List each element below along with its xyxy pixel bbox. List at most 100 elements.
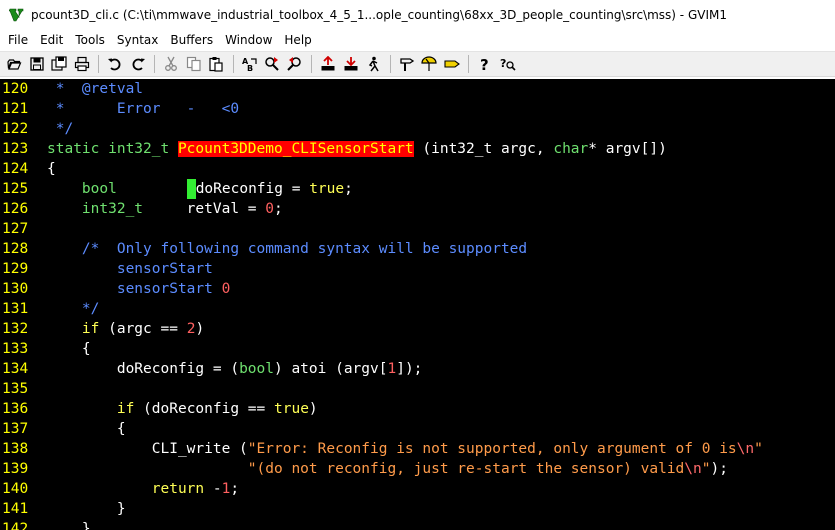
code-line[interactable]: 121 * Error - <0 bbox=[0, 99, 835, 119]
code-token: * Error - <0 bbox=[47, 101, 240, 117]
code-token: { bbox=[47, 341, 91, 357]
svg-text:B: B bbox=[247, 64, 253, 72]
help-icon[interactable]: ? bbox=[475, 54, 495, 74]
text-cursor bbox=[186, 179, 196, 199]
svg-text:?: ? bbox=[480, 56, 489, 72]
code-line[interactable]: 141 } bbox=[0, 499, 835, 519]
code-token: { bbox=[47, 161, 56, 177]
copy-icon[interactable] bbox=[184, 54, 204, 74]
code-line[interactable]: 129 sensorStart bbox=[0, 259, 835, 279]
code-token: } bbox=[47, 521, 91, 530]
line-number: 142 bbox=[2, 521, 29, 530]
code-token: "(do not reconfig, just re-start the sen… bbox=[247, 461, 685, 477]
menu-buffers[interactable]: Buffers bbox=[164, 30, 219, 50]
code-token: doReconfig = bbox=[195, 181, 310, 197]
replace-icon[interactable]: AB bbox=[240, 54, 260, 74]
menu-file[interactable]: File bbox=[0, 30, 34, 50]
code-line[interactable]: 124 { bbox=[0, 159, 835, 179]
toolbar-separator bbox=[311, 55, 312, 73]
code-line[interactable]: 130 sensorStart 0 bbox=[0, 279, 835, 299]
code-token: true bbox=[309, 181, 345, 197]
svg-text:?: ? bbox=[500, 57, 506, 70]
code-token: 0 bbox=[221, 281, 231, 297]
line-number: 141 bbox=[2, 501, 29, 517]
line-number: 134 bbox=[2, 361, 29, 377]
code-token: retVal = bbox=[143, 201, 266, 217]
code-token: (argc == bbox=[99, 321, 187, 337]
code-line[interactable]: 131 */ bbox=[0, 299, 835, 319]
search-highlight: Pcount3DDemo_CLISensorStart bbox=[177, 141, 414, 157]
code-line[interactable]: 140 return -1; bbox=[0, 479, 835, 499]
line-number: 130 bbox=[2, 281, 29, 297]
find-next-icon[interactable] bbox=[262, 54, 282, 74]
code-token: - bbox=[204, 481, 222, 497]
gvim-icon[interactable] bbox=[8, 7, 25, 23]
paste-icon[interactable] bbox=[206, 54, 226, 74]
code-token: */ bbox=[47, 121, 74, 137]
save-all-icon[interactable] bbox=[49, 54, 69, 74]
save-icon[interactable] bbox=[27, 54, 47, 74]
code-line[interactable]: 139 "(do not reconfig, just re-start the… bbox=[0, 459, 835, 479]
code-token: ; bbox=[344, 181, 353, 197]
code-line[interactable]: 133 { bbox=[0, 339, 835, 359]
line-number: 131 bbox=[2, 301, 29, 317]
menu-window[interactable]: Window bbox=[219, 30, 278, 50]
code-token: sensorStart bbox=[47, 281, 222, 297]
code-token: ) bbox=[195, 321, 205, 337]
code-token: 1 bbox=[387, 361, 397, 377]
code-token: " bbox=[754, 441, 763, 457]
code-line[interactable]: 134 doReconfig = (bool) atoi (argv[1]); bbox=[0, 359, 835, 379]
code-token: \n bbox=[684, 461, 702, 477]
code-editor[interactable]: 120 * @retval 121 * Error - <0 122 */123st… bbox=[0, 79, 835, 530]
menu-syntax[interactable]: Syntax bbox=[111, 30, 164, 50]
code-line[interactable]: 128 /* Only following command syntax wil… bbox=[0, 239, 835, 259]
line-number: 137 bbox=[2, 421, 29, 437]
code-line[interactable]: 122 */ bbox=[0, 119, 835, 139]
code-token: if bbox=[47, 401, 135, 417]
code-token: return bbox=[47, 481, 205, 497]
line-number: 133 bbox=[2, 341, 29, 357]
code-line[interactable]: 126 int32_t retVal = 0; bbox=[0, 199, 835, 219]
code-token: * argv[]) bbox=[588, 141, 667, 157]
code-token: sensorStart bbox=[47, 261, 213, 277]
undo-icon[interactable] bbox=[105, 54, 125, 74]
code-line[interactable]: 136 if (doReconfig == true) bbox=[0, 399, 835, 419]
find-help-icon[interactable]: ? bbox=[498, 54, 518, 74]
find-prev-icon[interactable] bbox=[285, 54, 305, 74]
open-icon[interactable] bbox=[4, 54, 24, 74]
code-line[interactable]: 123 static int32_t Pcount3DDemo_CLISensor… bbox=[0, 139, 835, 159]
code-token: (doReconfig == bbox=[134, 401, 274, 417]
load-session-icon[interactable] bbox=[318, 54, 338, 74]
line-number: 126 bbox=[2, 201, 29, 217]
menu-tools[interactable]: Tools bbox=[69, 30, 111, 50]
toolbar-separator bbox=[468, 55, 469, 73]
menu-help[interactable]: Help bbox=[278, 30, 317, 50]
line-number: 123 bbox=[2, 141, 29, 157]
shell-icon[interactable] bbox=[419, 54, 439, 74]
make-icon[interactable] bbox=[397, 54, 417, 74]
code-token: bool bbox=[239, 361, 274, 377]
code-token: (int32_t argc, bbox=[413, 141, 554, 157]
code-line[interactable]: 125 bool doReconfig = true; bbox=[0, 179, 835, 199]
line-number: 120 bbox=[2, 81, 29, 97]
code-line[interactable]: 137 { bbox=[0, 419, 835, 439]
code-token: ; bbox=[273, 201, 283, 217]
code-line[interactable]: 142 } bbox=[0, 519, 835, 530]
run-script-icon[interactable] bbox=[363, 54, 383, 74]
code-token: " bbox=[701, 461, 711, 477]
code-line[interactable]: 138 CLI_write ("Error: Reconfig is not s… bbox=[0, 439, 835, 459]
print-icon[interactable] bbox=[72, 54, 92, 74]
save-session-icon[interactable] bbox=[341, 54, 361, 74]
code-token: char bbox=[553, 141, 589, 157]
redo-icon[interactable] bbox=[128, 54, 148, 74]
code-line[interactable]: 135 bbox=[0, 379, 835, 399]
code-line[interactable]: 120 * @retval bbox=[0, 79, 835, 99]
menu-edit[interactable]: Edit bbox=[34, 30, 69, 50]
tag-jump-icon[interactable] bbox=[442, 54, 462, 74]
code-token: { bbox=[47, 421, 126, 437]
code-line[interactable]: 132 if (argc == 2) bbox=[0, 319, 835, 339]
code-token: doReconfig = ( bbox=[47, 361, 240, 377]
code-token: true bbox=[274, 401, 309, 417]
cut-icon[interactable] bbox=[161, 54, 181, 74]
code-line[interactable]: 127 bbox=[0, 219, 835, 239]
